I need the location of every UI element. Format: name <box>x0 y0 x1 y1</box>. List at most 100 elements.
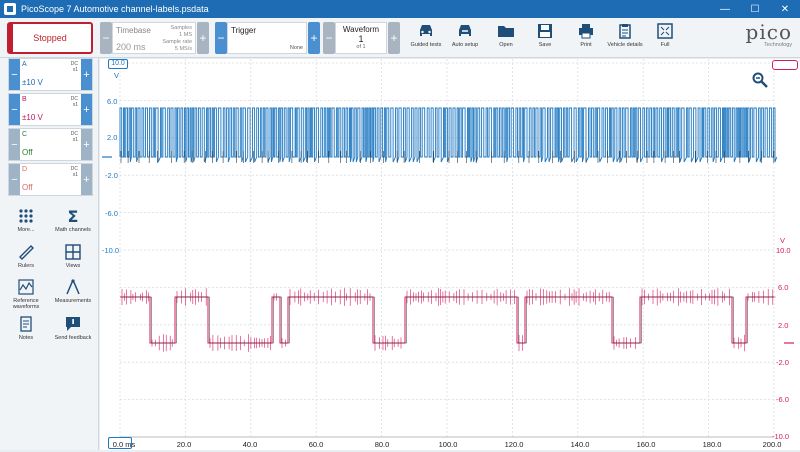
timebase-control[interactable]: Timebase 200 ms Samples 1 MS Sample rate… <box>112 22 196 54</box>
x-tick-40: 40.0 <box>242 440 258 449</box>
print-label: Print <box>580 42 592 48</box>
x-tick-140: 140.0 <box>570 440 590 449</box>
auto-setup-button[interactable]: Auto setup <box>443 22 487 56</box>
measurements-icon <box>66 279 80 295</box>
minimize-button[interactable]: — <box>710 0 740 18</box>
channel-b-coupling: DC x1 <box>71 96 78 108</box>
trigger-control[interactable]: Trigger None <box>227 22 307 54</box>
channel-b-trace <box>120 288 776 352</box>
channel-c-control[interactable]: − C DC x1 Off + <box>8 128 93 161</box>
waveform-value: 1 <box>358 34 364 44</box>
pico-logo: pico Technology <box>722 22 792 48</box>
channel-a-waveform <box>119 107 778 163</box>
open-label: Open <box>499 42 513 48</box>
scope-plot[interactable] <box>100 59 800 450</box>
channel-c-name: C <box>22 131 28 138</box>
maximize-button[interactable]: ☐ <box>740 0 770 18</box>
channel-a-probe: x1 <box>72 67 78 73</box>
channel-b-name: B <box>22 96 27 103</box>
print-button[interactable]: Print <box>564 22 608 56</box>
waveform-of: of 1 <box>356 44 366 50</box>
more-label: More... <box>17 227 35 233</box>
left-tick-neg6: -6.0 <box>105 209 118 218</box>
x-tick-100: 100.0 <box>438 440 458 449</box>
save-button[interactable]: Save <box>523 22 567 56</box>
trigger-plus-button[interactable]: + <box>308 22 320 54</box>
sample-rate-label: Sample rate <box>162 39 192 45</box>
send-feedback-button[interactable]: Send feedback <box>51 316 95 341</box>
left-tick-neg2: -2.0 <box>105 171 118 180</box>
toolbar: Stopped − Timebase 200 ms Samples 1 MS S… <box>0 18 800 58</box>
math-channels-button[interactable]: Σ Math channels <box>51 208 95 233</box>
channel-d-range: Off <box>22 183 33 192</box>
scope-view[interactable]: 10.0 V 6.0 2.0 -2.0 -6.0 -10.0 V 10.0 6.… <box>100 59 800 450</box>
channel-a-coupling: DC x1 <box>71 61 78 73</box>
reference-waveforms-button[interactable]: Reference waveforms <box>4 279 48 310</box>
x-tick-180: 180.0 <box>702 440 722 449</box>
channel-b-minus[interactable]: − <box>9 94 20 125</box>
folder-icon <box>498 26 514 37</box>
measurements-button[interactable]: Measurements <box>51 279 95 304</box>
views-grid-icon <box>65 244 81 260</box>
right-tick-neg6: -6.0 <box>776 395 789 404</box>
channel-b-offset-handle[interactable] <box>772 60 798 70</box>
channel-b-control[interactable]: − B DC x1 ±10 V + <box>8 93 93 126</box>
window-title: PicoScope 7 Automotive channel-labels.ps… <box>21 4 209 14</box>
channel-b-probe: x1 <box>72 102 78 108</box>
notes-label: Notes <box>18 335 34 341</box>
channel-b-plus[interactable]: + <box>81 94 92 125</box>
feedback-icon <box>66 317 80 331</box>
trigger-label: Trigger <box>231 26 257 35</box>
trigger-minus-button[interactable]: − <box>215 22 227 54</box>
timebase-plus-button[interactable]: + <box>197 22 209 54</box>
guided-tests-button[interactable]: Guided tests <box>404 22 448 56</box>
channel-a-minus[interactable]: − <box>9 59 20 90</box>
save-icon <box>538 24 552 38</box>
full-label: Full <box>660 42 670 48</box>
scope-grid <box>102 59 794 438</box>
notes-button[interactable]: Notes <box>4 316 48 341</box>
send-feedback-label: Send feedback <box>54 335 92 341</box>
close-button[interactable]: ✕ <box>770 0 800 18</box>
channel-a-axis-max[interactable]: 10.0 <box>108 59 128 69</box>
channel-a-range: ±10 V <box>22 78 43 87</box>
samples-value: 1 MS <box>179 32 192 38</box>
channel-d-probe: x1 <box>72 172 78 178</box>
x-tick-0: 0.0 ms <box>112 440 136 449</box>
waveform-minus-button[interactable]: − <box>323 22 335 54</box>
printer-icon <box>579 24 593 39</box>
zoom-icon[interactable] <box>752 72 768 88</box>
ruler-icon <box>19 245 34 260</box>
channel-c-minus[interactable]: − <box>9 129 20 160</box>
views-button[interactable]: Views <box>51 244 95 269</box>
rulers-button[interactable]: Rulers <box>4 244 48 269</box>
save-label: Save <box>538 42 552 48</box>
more-button[interactable]: More... <box>4 208 48 233</box>
run-stop-button[interactable]: Stopped <box>7 22 93 54</box>
grid-dots-icon <box>19 209 33 223</box>
right-axis-unit: V <box>780 236 786 245</box>
channel-d-plus[interactable]: + <box>81 164 92 195</box>
channel-d-coupling: DC x1 <box>71 166 78 178</box>
reference-waveforms-label: Reference waveforms <box>12 298 40 310</box>
vehicle-details-button[interactable]: Vehicle details <box>603 22 647 56</box>
math-channels-label: Math channels <box>55 227 91 233</box>
waveform-plus-button[interactable]: + <box>388 22 400 54</box>
open-button[interactable]: Open <box>484 22 528 56</box>
waveform-control[interactable]: Waveform 1 of 1 <box>335 22 387 54</box>
timebase-value: 200 ms <box>116 42 146 52</box>
channel-c-plus[interactable]: + <box>81 129 92 160</box>
x-tick-80: 80.0 <box>374 440 390 449</box>
notes-icon <box>20 316 32 332</box>
samples-label: Samples <box>170 25 192 31</box>
right-tick-neg2: -2.0 <box>776 358 789 367</box>
channel-a-plus[interactable]: + <box>81 59 92 90</box>
timebase-minus-button[interactable]: − <box>100 22 112 54</box>
right-tick-2: 2.0 <box>778 321 789 330</box>
full-screen-button[interactable]: Full <box>643 22 687 56</box>
sidebar: − A DC x1 ±10 V + − B DC x1 ±10 V + − C DC… <box>0 58 99 450</box>
channel-a-control[interactable]: − A DC x1 ±10 V + <box>8 58 93 91</box>
channel-d-minus[interactable]: − <box>9 164 20 195</box>
channel-d-control[interactable]: − D DC x1 Off + <box>8 163 93 196</box>
views-label: Views <box>65 263 81 269</box>
